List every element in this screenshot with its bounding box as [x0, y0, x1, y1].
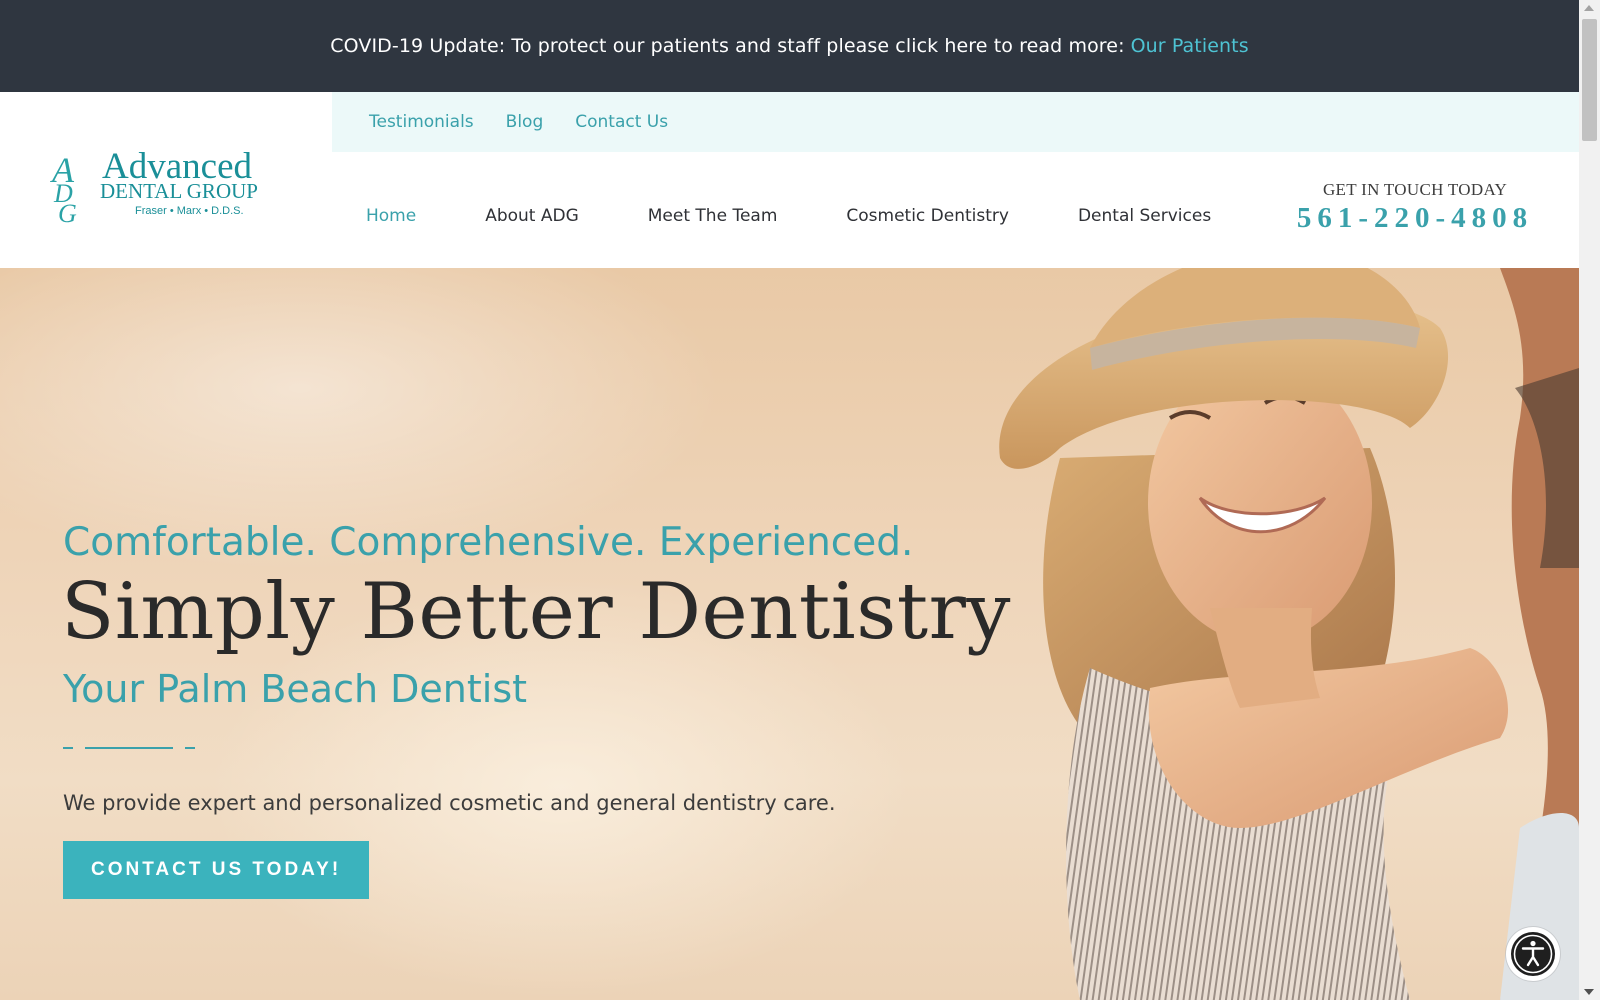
page-scrollbar[interactable]: [1579, 0, 1600, 1000]
nav-cosmetic-dentistry[interactable]: Cosmetic Dentistry: [846, 206, 1009, 226]
hero-subhead: Your Palm Beach Dentist: [63, 666, 528, 711]
nav-about-adg[interactable]: About ADG: [485, 206, 579, 226]
announcement-bar: COVID-19 Update: To protect our patients…: [0, 0, 1579, 92]
utility-nav-contact-us[interactable]: Contact Us: [575, 112, 668, 132]
nav-dental-services[interactable]: Dental Services: [1078, 206, 1211, 226]
announcement-text: COVID-19 Update: To protect our patients…: [330, 35, 1125, 57]
hero-tagline: Comfortable. Comprehensive. Experienced.: [63, 520, 914, 565]
nav-meet-the-team[interactable]: Meet The Team: [648, 206, 778, 226]
main-nav: Home About ADG Meet The Team Cosmetic De…: [332, 196, 1246, 236]
our-patients-link[interactable]: Our Patients: [1131, 35, 1249, 57]
accessibility-button[interactable]: [1506, 927, 1560, 981]
nav-home[interactable]: Home: [366, 206, 416, 226]
hero-text-block: Comfortable. Comprehensive. Experienced.…: [61, 520, 1011, 899]
site-logo[interactable]: A D G Advanced DENTAL GROUP Fraser • Mar…: [48, 136, 280, 228]
accessibility-icon: [1507, 928, 1559, 980]
scroll-down-icon[interactable]: [1584, 989, 1594, 995]
utility-nav: Testimonials Blog Contact Us: [332, 92, 1579, 152]
scrollbar-thumb[interactable]: [1582, 19, 1597, 141]
hero-section: Comfortable. Comprehensive. Experienced.…: [0, 268, 1579, 1000]
page: COVID-19 Update: To protect our patients…: [0, 0, 1579, 1000]
logo-line2: DENTAL GROUP: [100, 179, 258, 203]
hero-headline: Simply Better Dentistry: [61, 567, 1011, 657]
site-header: A D G Advanced DENTAL GROUP Fraser • Mar…: [0, 92, 1579, 268]
logo-monogram-g: G: [58, 199, 77, 226]
logo-graphic: A D G Advanced DENTAL GROUP Fraser • Mar…: [50, 146, 258, 228]
contact-us-today-button[interactable]: CONTACT US TODAY!: [63, 840, 370, 899]
utility-nav-testimonials[interactable]: Testimonials: [369, 112, 474, 132]
utility-nav-blog[interactable]: Blog: [506, 112, 544, 132]
hero-photo: [999, 268, 1579, 1000]
contact-box: GET IN TOUCH TODAY 561-220-4808: [1262, 180, 1568, 235]
scroll-up-icon[interactable]: [1584, 5, 1594, 11]
contact-label: GET IN TOUCH TODAY: [1322, 180, 1508, 199]
hero-description: We provide expert and personalized cosme…: [63, 790, 836, 815]
hero-divider: [63, 746, 203, 751]
phone-number-link[interactable]: 561-220-4808: [1262, 202, 1568, 235]
logo-line3: Fraser • Marx • D.D.S.: [135, 205, 244, 217]
